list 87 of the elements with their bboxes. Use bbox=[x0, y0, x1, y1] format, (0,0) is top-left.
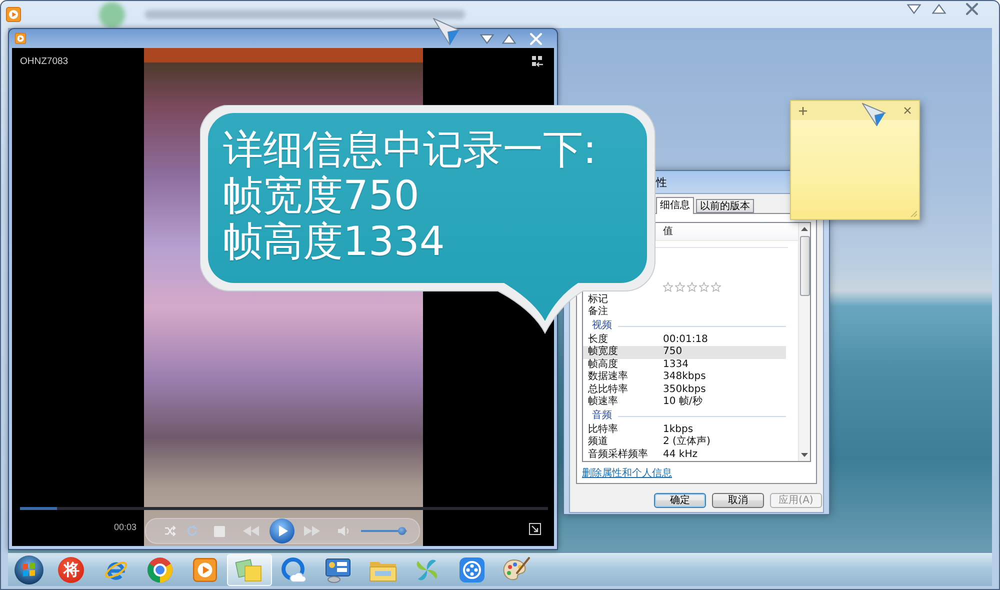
orb-icon bbox=[14, 555, 44, 585]
property-label: 标记 bbox=[588, 294, 609, 306]
dashboard-icon bbox=[325, 557, 352, 583]
star-icon[interactable] bbox=[663, 282, 673, 292]
property-value: 1334 bbox=[663, 358, 690, 371]
property-value: 350kbps bbox=[663, 384, 707, 396]
layout-icon[interactable] bbox=[532, 56, 543, 67]
play-tile-icon bbox=[6, 7, 21, 22]
play-tile-icon bbox=[192, 558, 217, 582]
star-icon[interactable] bbox=[711, 282, 721, 292]
property-value: 44 kHz bbox=[663, 448, 698, 461]
scrollbar[interactable] bbox=[798, 223, 810, 461]
property-label: 备注 bbox=[588, 306, 609, 318]
property-row[interactable]: 长度 00:01:18 bbox=[583, 334, 786, 346]
sticky-notes-icon bbox=[235, 557, 264, 583]
play-icon[interactable] bbox=[269, 518, 295, 544]
property-label: 总比特率 bbox=[588, 384, 629, 396]
tab[interactable]: 细信息 bbox=[656, 197, 694, 214]
plus-icon[interactable] bbox=[799, 106, 807, 114]
star-icon[interactable] bbox=[687, 282, 697, 292]
shuffle-icon[interactable] bbox=[164, 525, 176, 537]
volume-slider[interactable] bbox=[361, 527, 407, 535]
cursor-icon bbox=[433, 18, 460, 46]
close-icon[interactable] bbox=[966, 3, 978, 15]
property-label: 比特率 bbox=[588, 424, 619, 436]
app-logo: 将 bbox=[58, 557, 84, 583]
cloud-ring-icon bbox=[280, 557, 307, 583]
caret-down-icon[interactable] bbox=[801, 453, 808, 457]
property-value: 10 帧/秒 bbox=[663, 396, 704, 408]
property-value: 750 bbox=[663, 346, 684, 358]
property-row[interactable]: 帧宽度 750 bbox=[583, 346, 786, 358]
property-label: 帧速率 bbox=[588, 396, 619, 408]
property-label: 帧宽度 bbox=[588, 346, 619, 358]
progress-track[interactable] bbox=[20, 507, 548, 510]
property-row[interactable]: 比特率 1kbps bbox=[583, 424, 786, 436]
section-heading: 音频 bbox=[592, 410, 612, 422]
section-heading: 视频 bbox=[592, 320, 612, 332]
speaker-icon[interactable] bbox=[338, 525, 350, 537]
triangle-down-icon[interactable] bbox=[907, 4, 921, 14]
triangle-up-icon[interactable] bbox=[502, 34, 516, 44]
property-row[interactable]: 帧高度 1334 bbox=[583, 358, 786, 371]
property-row[interactable]: 标记 bbox=[583, 294, 786, 306]
property-row[interactable]: 音频采样频率 44 kHz bbox=[583, 448, 786, 461]
property-row[interactable]: 帧速率 10 帧/秒 bbox=[583, 396, 786, 408]
palette-icon bbox=[502, 557, 530, 583]
property-value: 1kbps bbox=[663, 424, 694, 436]
scroll-thumb[interactable] bbox=[800, 236, 810, 296]
property-row[interactable]: 备注 bbox=[583, 306, 786, 318]
time-label: 00:03 bbox=[114, 522, 137, 533]
fast-forward-icon[interactable] bbox=[304, 526, 320, 536]
taskbar-button[interactable]: 将 bbox=[49, 554, 94, 586]
dialog-title: 性 bbox=[656, 176, 667, 188]
property-label: 数据速率 bbox=[588, 371, 629, 384]
property-row[interactable]: 频道 2 (立体声) bbox=[583, 436, 786, 448]
callout-text: 帧高度1334 bbox=[223, 219, 445, 265]
star-rating[interactable] bbox=[663, 282, 721, 292]
play-tile-icon bbox=[15, 33, 26, 44]
stop-icon[interactable] bbox=[214, 526, 225, 536]
callout-text: 帧宽度750 bbox=[223, 173, 420, 219]
property-label: 音频采样频率 bbox=[588, 448, 649, 461]
video-label: OHNZ7083 bbox=[20, 56, 68, 67]
cursor-icon bbox=[862, 103, 886, 127]
triangle-up-icon[interactable] bbox=[932, 4, 946, 14]
film-reel-icon bbox=[458, 557, 485, 583]
dialog-button[interactable]: 确定 bbox=[654, 493, 706, 508]
fullscreen-icon[interactable] bbox=[529, 523, 541, 535]
round-logo-icon bbox=[147, 557, 174, 583]
property-label: 频道 bbox=[588, 436, 609, 448]
callout-text: 详细信息中记录一下: bbox=[223, 127, 596, 173]
properties-link[interactable]: 删除属性和个人信息 bbox=[582, 468, 672, 480]
resize-grip-icon[interactable] bbox=[910, 210, 917, 217]
tab[interactable]: 以前的版本 bbox=[696, 199, 754, 213]
property-row[interactable]: 数据速率 348kbps bbox=[583, 371, 786, 384]
star-icon[interactable] bbox=[699, 282, 709, 292]
blurred-icon bbox=[99, 2, 125, 28]
property-value: 00:01:18 bbox=[663, 334, 709, 346]
star-icon[interactable] bbox=[675, 282, 685, 292]
property-row[interactable]: 总比特率 350kbps bbox=[583, 384, 786, 396]
property-label: 帧高度 bbox=[588, 358, 619, 370]
property-value: 348kbps bbox=[663, 371, 707, 384]
rewind-icon[interactable] bbox=[243, 526, 259, 536]
property-label: 长度 bbox=[588, 334, 609, 346]
triangle-down-icon[interactable] bbox=[480, 34, 494, 44]
dialog-button[interactable]: 取消 bbox=[712, 493, 764, 508]
property-value: 2 (立体声) bbox=[663, 436, 712, 448]
close-icon[interactable] bbox=[904, 107, 911, 114]
caret-up-icon[interactable] bbox=[801, 227, 808, 231]
